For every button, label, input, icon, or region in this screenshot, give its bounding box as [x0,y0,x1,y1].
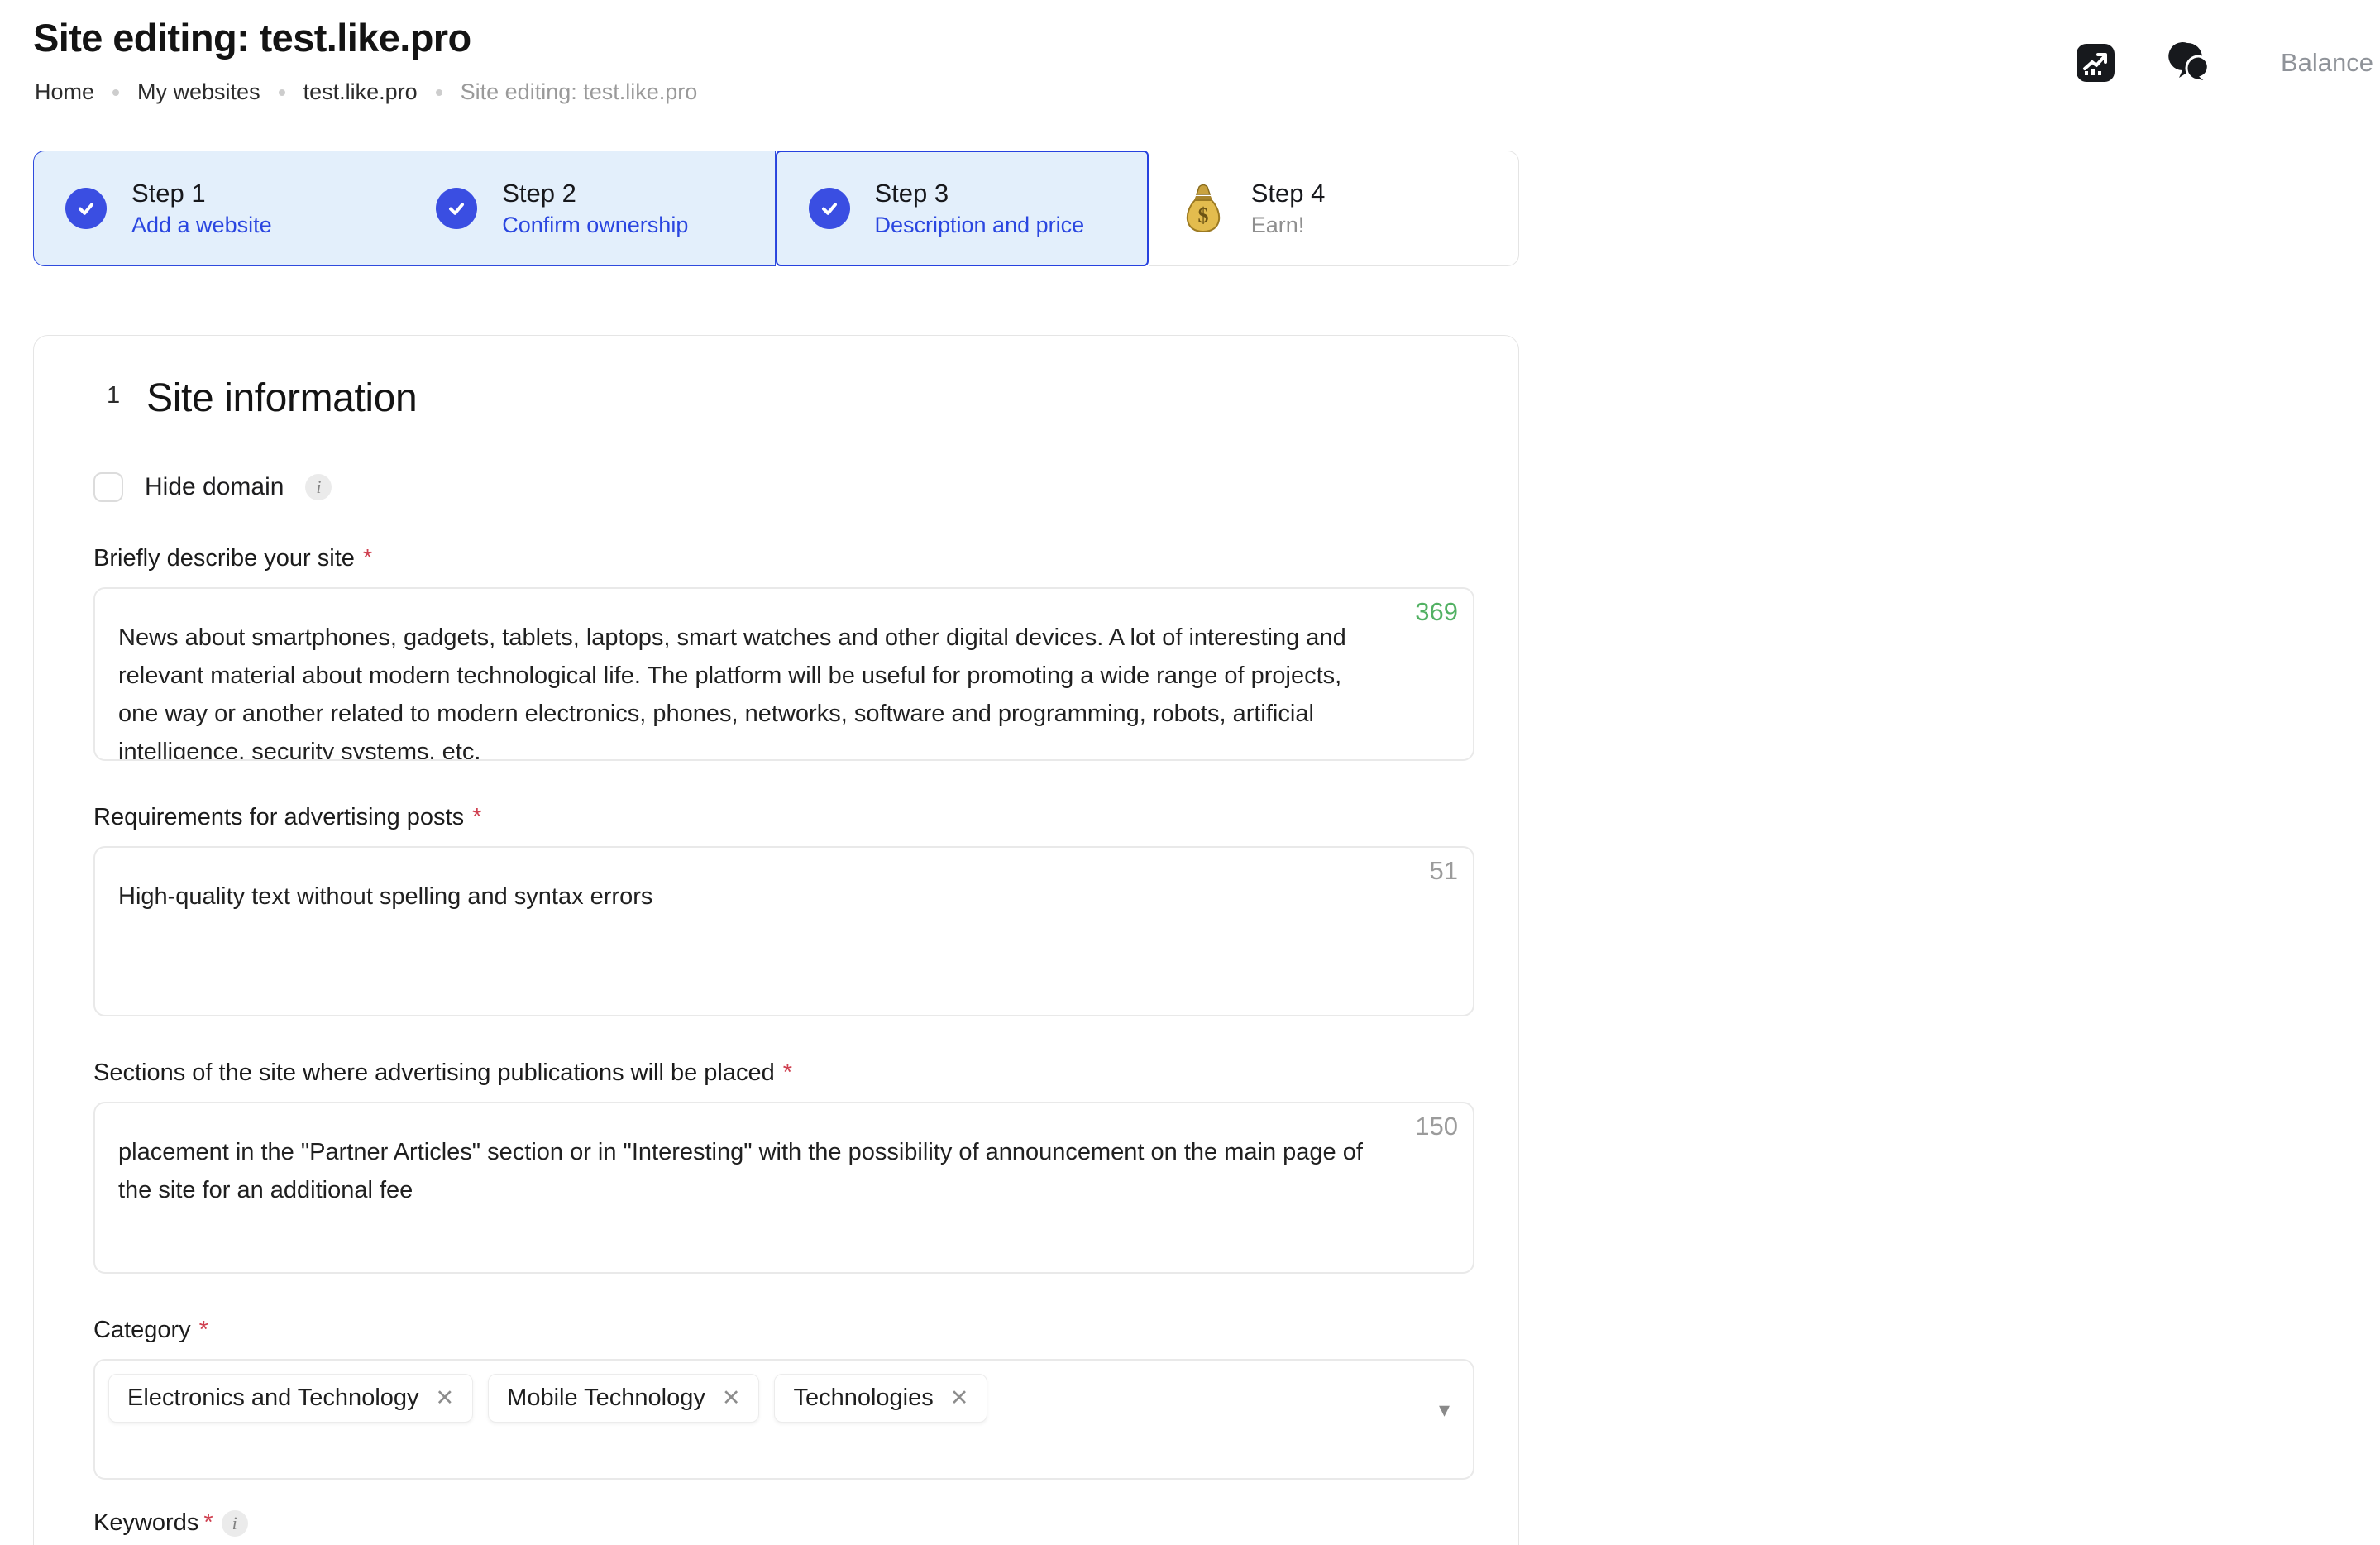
breadcrumb-site[interactable]: test.like.pro [303,79,418,105]
keywords-label: Keywords * i [93,1509,1473,1537]
label-text: Keywords [93,1509,198,1537]
char-count: 150 [1415,1112,1458,1141]
category-label: Category * [93,1317,1473,1344]
describe-field: News about smartphones, gadgets, tablets… [93,587,1474,761]
requirements-textarea[interactable]: High-quality text without spelling and s… [93,846,1474,1016]
page-title: Site editing: test.like.pro [33,15,471,60]
hide-domain-checkbox[interactable] [93,472,123,502]
step-1-add-a-website[interactable]: Step 1 Add a website [33,151,404,266]
label-text: Sections of the site where advertising p… [93,1059,775,1087]
breadcrumb-current: Site editing: test.like.pro [461,79,698,105]
breadcrumb-separator [279,89,285,96]
step-subtitle: Confirm ownership [502,213,688,238]
remove-tag-icon[interactable]: ✕ [950,1387,969,1409]
svg-text:$: $ [1197,203,1208,227]
step-2-confirm-ownership[interactable]: Step 2 Confirm ownership [404,151,775,266]
step-subtitle: Earn! [1251,213,1326,238]
breadcrumb-separator [112,89,119,96]
category-select[interactable]: Electronics and Technology ✕ Mobile Tech… [93,1359,1474,1480]
required-asterisk: * [783,1059,792,1087]
step-subtitle: Add a website [131,213,272,238]
info-icon[interactable]: i [222,1510,248,1537]
chats-icon[interactable] [2168,41,2213,84]
section-number: 1 [107,382,120,409]
chevron-down-icon[interactable]: ▾ [1439,1397,1450,1423]
breadcrumb: Home My websites test.like.pro Site edit… [35,79,697,105]
section-header: 1 Site information [107,375,1473,421]
site-editing-page: Site editing: test.like.pro Home My webs… [0,0,2380,1545]
check-icon [65,188,107,229]
step-title: Step 2 [502,179,688,208]
placements-field: placement in the "Partner Articles" sect… [93,1102,1474,1274]
char-count: 369 [1415,597,1458,627]
describe-textarea[interactable]: News about smartphones, gadgets, tablets… [93,587,1474,761]
describe-label: Briefly describe your site * [93,545,1473,572]
breadcrumb-my-websites[interactable]: My websites [137,79,260,105]
step-4-earn[interactable]: $ Step 4 Earn! [1149,151,1519,266]
top-actions: Balance [2076,41,2373,84]
analytics-icon[interactable] [2076,43,2115,83]
remove-tag-icon[interactable]: ✕ [722,1387,741,1409]
breadcrumb-home[interactable]: Home [35,79,94,105]
remove-tag-icon[interactable]: ✕ [436,1387,455,1409]
balance-link[interactable]: Balance [2281,48,2373,78]
step-title: Step 3 [875,179,1085,208]
hide-domain-label[interactable]: Hide domain [145,473,284,501]
site-information-card: 1 Site information Hide domain i Briefly… [33,335,1519,1545]
hide-domain-row: Hide domain i [93,472,1473,502]
label-text: Requirements for advertising posts [93,804,464,831]
label-text: Category [93,1317,191,1344]
tag-label: Technologies [793,1385,933,1412]
step-subtitle: Description and price [875,213,1085,238]
money-bag-icon: $ [1180,183,1226,234]
required-asterisk: * [199,1317,208,1344]
category-tag: Technologies ✕ [774,1374,987,1423]
tag-label: Electronics and Technology [127,1385,419,1412]
required-asterisk: * [363,545,372,572]
category-tag: Electronics and Technology ✕ [108,1374,473,1423]
placements-textarea[interactable]: placement in the "Partner Articles" sect… [93,1102,1474,1274]
info-icon[interactable]: i [305,474,332,500]
step-3-description-and-price[interactable]: Step 3 Description and price [776,151,1149,266]
steps-bar: Step 1 Add a website Step 2 Confirm owne… [33,151,1519,266]
check-icon [436,188,477,229]
check-icon [809,188,850,229]
tag-label: Mobile Technology [507,1385,705,1412]
breadcrumb-separator [436,89,442,96]
step-title: Step 1 [131,179,272,208]
step-title: Step 4 [1251,179,1326,208]
section-title: Site information [146,375,417,421]
category-tag: Mobile Technology ✕ [488,1374,759,1423]
requirements-label: Requirements for advertising posts * [93,804,1473,831]
requirements-field: High-quality text without spelling and s… [93,846,1474,1016]
label-text: Briefly describe your site [93,545,355,572]
required-asterisk: * [203,1509,213,1537]
char-count: 51 [1430,856,1458,886]
placements-label: Sections of the site where advertising p… [93,1059,1473,1087]
required-asterisk: * [472,804,481,831]
